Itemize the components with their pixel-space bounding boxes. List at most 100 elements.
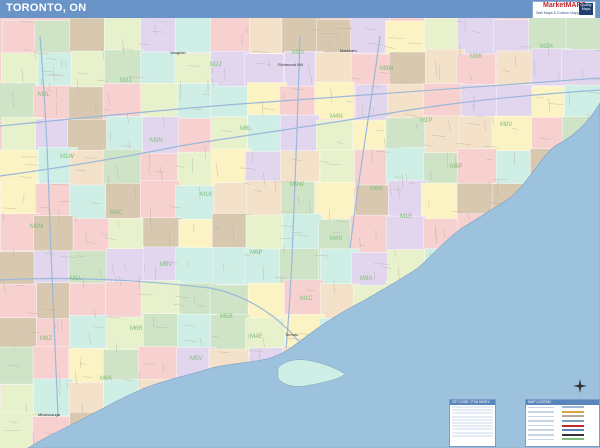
fsa-label: M4N	[330, 114, 343, 120]
postal-region	[32, 346, 73, 384]
postal-region	[210, 18, 251, 55]
fsa-index-list	[450, 405, 495, 439]
postal-region	[282, 213, 323, 252]
place-southwest: Mississauga	[38, 412, 61, 417]
fsa-label: M6L	[240, 126, 252, 132]
fsa-index-line	[452, 418, 493, 421]
legend-swatch	[562, 438, 584, 441]
postal-region	[69, 18, 110, 56]
postal-region	[33, 215, 74, 254]
postal-region	[33, 250, 74, 288]
brand-logo: MarketMAPS Wall Maps & Custom Mapping Qu…	[532, 1, 596, 19]
fsa-label: M5R	[220, 314, 233, 320]
fsa-label: M6M	[30, 224, 43, 230]
fsa-index-line	[452, 415, 493, 418]
postal-region	[386, 215, 426, 254]
legend-swatch	[562, 433, 584, 436]
fsa-label: M6P	[250, 250, 262, 256]
postal-region	[386, 147, 426, 186]
legend-row-label	[528, 406, 554, 409]
place-downtown: Toronto	[285, 332, 299, 337]
fsa-index-title: ZIP CODE / FSA INDEX	[450, 400, 495, 405]
place-upper-east: Markham	[340, 48, 357, 53]
postal-region	[104, 18, 144, 53]
legend-row-label	[528, 429, 554, 432]
legend-swatch	[562, 406, 584, 409]
postal-region	[69, 184, 110, 223]
fsa-label: M9L	[38, 92, 50, 98]
place-upper-mid: Richmond Hill	[278, 62, 303, 67]
fsa-label: M1W	[60, 154, 74, 160]
postal-region	[561, 49, 600, 87]
legend-swatch	[562, 420, 584, 423]
fsa-label: M4C	[110, 210, 123, 216]
postal-region	[140, 280, 181, 319]
fsa-label: M9W	[290, 182, 304, 188]
fsa-index-line	[452, 421, 493, 424]
postal-region	[102, 149, 143, 187]
fsa-index-line	[452, 434, 493, 437]
fsa-label: M6R	[130, 326, 143, 332]
fsa-index-line	[452, 412, 493, 415]
fsa-label: M4E	[250, 334, 262, 340]
fsa-index-line	[452, 431, 493, 434]
postal-region	[0, 82, 37, 121]
legend-swatch	[562, 415, 584, 418]
postal-region	[0, 283, 39, 322]
map-legend-panel: MAP LEGEND	[525, 399, 600, 447]
postal-region	[210, 51, 251, 89]
fsa-label: M5V	[190, 356, 202, 362]
fsa-label: M1V	[292, 50, 304, 56]
map-svg[interactable]: M9L M3J M2J M1V M9M M3K M2H M1W M9N M6L M4N M1P M8V M…	[0, 18, 600, 448]
legend-row-label	[528, 438, 554, 441]
fsa-index-line	[452, 428, 493, 431]
legend-swatch	[562, 429, 584, 432]
place-upper-north: Vaughan	[170, 50, 186, 55]
fsa-label: M1L	[70, 276, 82, 282]
postal-region	[139, 180, 180, 218]
legend-row-label	[528, 420, 554, 422]
postal-region	[68, 315, 109, 353]
fsa-index-panel: ZIP CODE / FSA INDEX	[449, 399, 496, 447]
postal-region	[565, 18, 600, 53]
fsa-label: M9N	[150, 138, 163, 144]
legend-row-label	[528, 424, 554, 427]
postal-region	[281, 18, 322, 54]
postal-region	[69, 282, 109, 321]
postal-region	[106, 116, 146, 154]
postal-region	[457, 18, 497, 55]
fsa-label: M8Z	[40, 336, 52, 342]
fsa-label: M9V	[160, 262, 172, 268]
legend-row-label	[528, 415, 554, 418]
postal-region	[140, 83, 181, 121]
logo-badge: Quality Maps	[579, 3, 593, 15]
postal-region	[138, 346, 178, 384]
fsa-label: M2J	[210, 62, 221, 68]
fsa-label: M3K	[470, 54, 482, 60]
fsa-label: M3J	[120, 78, 131, 84]
fsa-label: M6K	[100, 376, 112, 382]
legend-row-label	[528, 434, 554, 436]
fsa-label: M9A	[360, 276, 372, 282]
postal-region	[68, 250, 109, 289]
fsa-index-line	[452, 406, 493, 408]
postal-region	[0, 251, 40, 289]
postal-region	[211, 213, 252, 251]
fsa-index-line	[452, 425, 493, 428]
postal-region	[177, 151, 217, 190]
map-legend-rows	[526, 405, 599, 442]
postal-region	[350, 214, 390, 253]
postal-region	[35, 183, 75, 221]
map-title: TORONTO, ON	[6, 2, 87, 14]
postal-region	[175, 247, 216, 285]
fsa-index-line	[452, 409, 493, 412]
postal-region	[246, 180, 286, 218]
fsa-label: M8V	[500, 122, 512, 128]
fsa-label: M5P	[450, 164, 462, 170]
postal-region	[319, 149, 360, 187]
map-canvas[interactable]: M9L M3J M2J M1V M9M M3K M2H M1W M9N M6L M4N M1P M8V M…	[0, 18, 600, 448]
fsa-label: M1K	[200, 192, 212, 198]
postal-region	[421, 182, 461, 221]
postal-region	[140, 18, 181, 54]
map-title-bar: TORONTO, ON MarketMAPS Wall Maps & Custo…	[0, 0, 600, 19]
